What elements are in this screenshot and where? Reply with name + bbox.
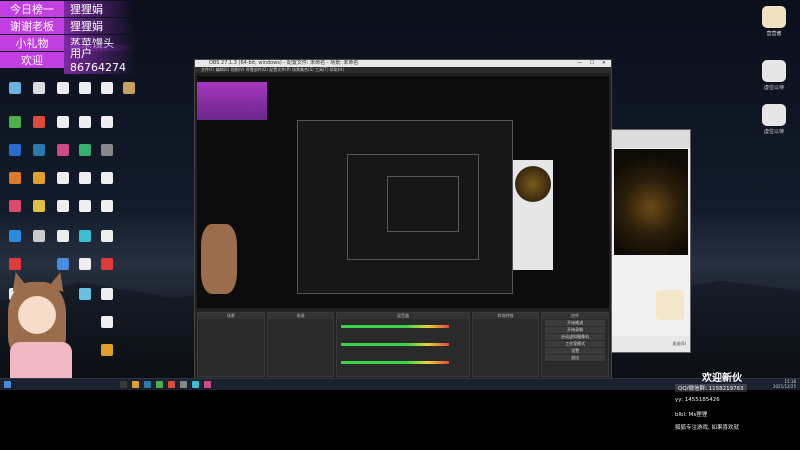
avatar-body [10,342,72,378]
mixer-header: 混音器 [337,313,469,319]
desktop-icon[interactable] [26,144,52,158]
mixer-panel[interactable]: 混音器 [336,312,470,377]
desktop-icon[interactable] [94,288,120,302]
taskbar-app-icon[interactable] [120,381,127,388]
desktop-icon[interactable] [2,82,28,96]
gift-label: 营营酱 [766,31,782,37]
gift-slot: 营营酱 [756,6,792,37]
yy-info: yy: 1455185426 [675,397,720,403]
sources-header: 来源 [267,313,334,319]
desktop-icon[interactable] [94,344,120,358]
desktop-icon[interactable] [26,82,52,96]
scenes-panel[interactable]: 场景 [197,312,265,377]
desktop-icon[interactable] [2,116,28,130]
desktop-icon[interactable] [26,116,52,130]
taskbar-app-icon[interactable] [168,381,175,388]
nested-avatar [201,224,237,294]
qq-shared-image[interactable] [614,149,688,255]
obs-title: OBS 27.1.3 (64-bit, windows) - 配置文件: 未命名… [209,60,359,66]
ranking-key: 今日榜一 [0,0,64,17]
virtual-camera-button[interactable]: 启动虚拟摄像机 [545,334,606,340]
qq-toolbar[interactable] [612,130,690,148]
window-controls[interactable]: — ☐ ✕ [577,60,609,67]
desktop-icon[interactable] [26,230,52,244]
exit-button[interactable]: 退出 [545,355,606,361]
qq-chat-window[interactable]: 发送(S) [611,129,691,353]
tagline: 狐狐专注游戏, 如果喜欢就 [675,425,739,431]
desktop-icon[interactable] [94,200,120,214]
qq-send-button[interactable]: 发送(S) [672,341,686,346]
sources-panel[interactable]: 来源 [266,312,335,377]
obs-dock-panels: 场景 来源 混音器 转场特效 控件 开始推流 开始录制 启动虚拟摄像机 工作室模… [195,310,611,378]
ranking-key: 谢谢老板 [0,17,64,34]
desktop-icon[interactable] [94,172,120,186]
audio-meter [341,343,449,346]
ranking-row: 谢谢老板 狸狸娟 [0,17,135,34]
taskbar-app-icon[interactable] [204,381,211,388]
transitions-header: 转场特效 [472,313,539,319]
avatar-face [18,296,56,334]
desktop-icon[interactable] [2,200,28,214]
audio-meter [341,325,449,328]
desktop-icon[interactable] [26,172,52,186]
gift-label: 虚位以待 [763,85,784,91]
ranking-row: 今日榜一 狸狸娟 [0,0,135,17]
welcome-text: 欢迎新伙 [702,373,742,384]
studio-mode-button[interactable]: 工作室模式 [545,341,606,347]
settings-button[interactable]: 设置 [545,348,606,354]
gift-box-icon [762,6,786,28]
taskbar-clock[interactable]: 15:18 2021/12/25 [772,379,796,389]
ranking-row: 欢迎 用户86764274 [0,45,135,74]
taskbar-app-icon[interactable] [144,381,151,388]
vtuber-avatar [0,262,80,378]
desktop-icon[interactable] [94,116,120,130]
ranking-key: 欢迎 [0,51,64,68]
gift-slot: 虚位以待 [756,104,792,135]
taskbar-app-icon[interactable] [132,381,139,388]
blbl-info: blbl: Ms狸狸 [675,412,708,418]
obs-window[interactable]: OBS 27.1.3 (64-bit, windows) - 配置文件: 未命名… [194,59,612,378]
controls-header: 控件 [542,313,609,319]
desktop-icon[interactable] [116,82,142,96]
desktop-icon[interactable] [94,230,120,244]
scenes-header: 场景 [198,313,264,319]
controls-panel[interactable]: 控件 开始推流 开始录制 启动虚拟摄像机 工作室模式 设置 退出 [541,312,610,377]
desktop-icon[interactable] [2,172,28,186]
desktop-icon[interactable] [2,230,28,244]
desktop-icon[interactable] [26,200,52,214]
qq-sticker [656,290,684,320]
ranking-value: 狸狸娟 [64,17,135,34]
ranking-value: 狸狸娟 [64,0,135,17]
ranking-key: 小礼物 [0,34,64,51]
taskbar-app-icon[interactable] [192,381,199,388]
desktop-icon[interactable] [2,144,28,158]
taskbar-app-icon[interactable] [180,381,187,388]
obs-menu-bar[interactable]: 文件(F) 编辑(E) 视图(V) 停靠部件(D) 配置文件(P) 场景集合(S… [195,67,611,73]
start-recording-button[interactable]: 开始录制 [545,327,606,333]
sofa-icon [762,104,786,126]
sofa-icon [762,60,786,82]
qq-group-info: QQ/微信群: 1158219763 [675,384,747,392]
qq-send-bar: 发送(S) [612,336,690,352]
obs-preview[interactable] [197,76,609,308]
nested-capture [387,176,459,232]
taskbar-app-icon[interactable] [156,381,163,388]
ranking-value: 用户86764274 [64,45,135,74]
start-streaming-button[interactable]: 开始推流 [545,320,606,326]
transitions-panel[interactable]: 转场特效 [471,312,540,377]
desktop-icon[interactable] [94,316,120,330]
gift-label: 虚位以待 [763,129,784,135]
audio-meter [341,361,449,364]
obs-title-bar[interactable]: OBS 27.1.3 (64-bit, windows) - 配置文件: 未命名… [195,60,611,67]
gift-slot: 虚位以待 [756,60,792,91]
desktop-icon[interactable] [94,258,120,272]
ranking-overlay: 今日榜一 狸狸娟 谢谢老板 狸狸娟 小礼物 蒸菜馒头 欢迎 用户86764274 [0,0,135,74]
desktop-icon[interactable] [94,144,120,158]
nested-ranking [197,82,267,120]
clock-date: 2021/12/25 [772,383,796,389]
start-icon[interactable] [4,381,11,388]
nested-badge [515,166,551,202]
